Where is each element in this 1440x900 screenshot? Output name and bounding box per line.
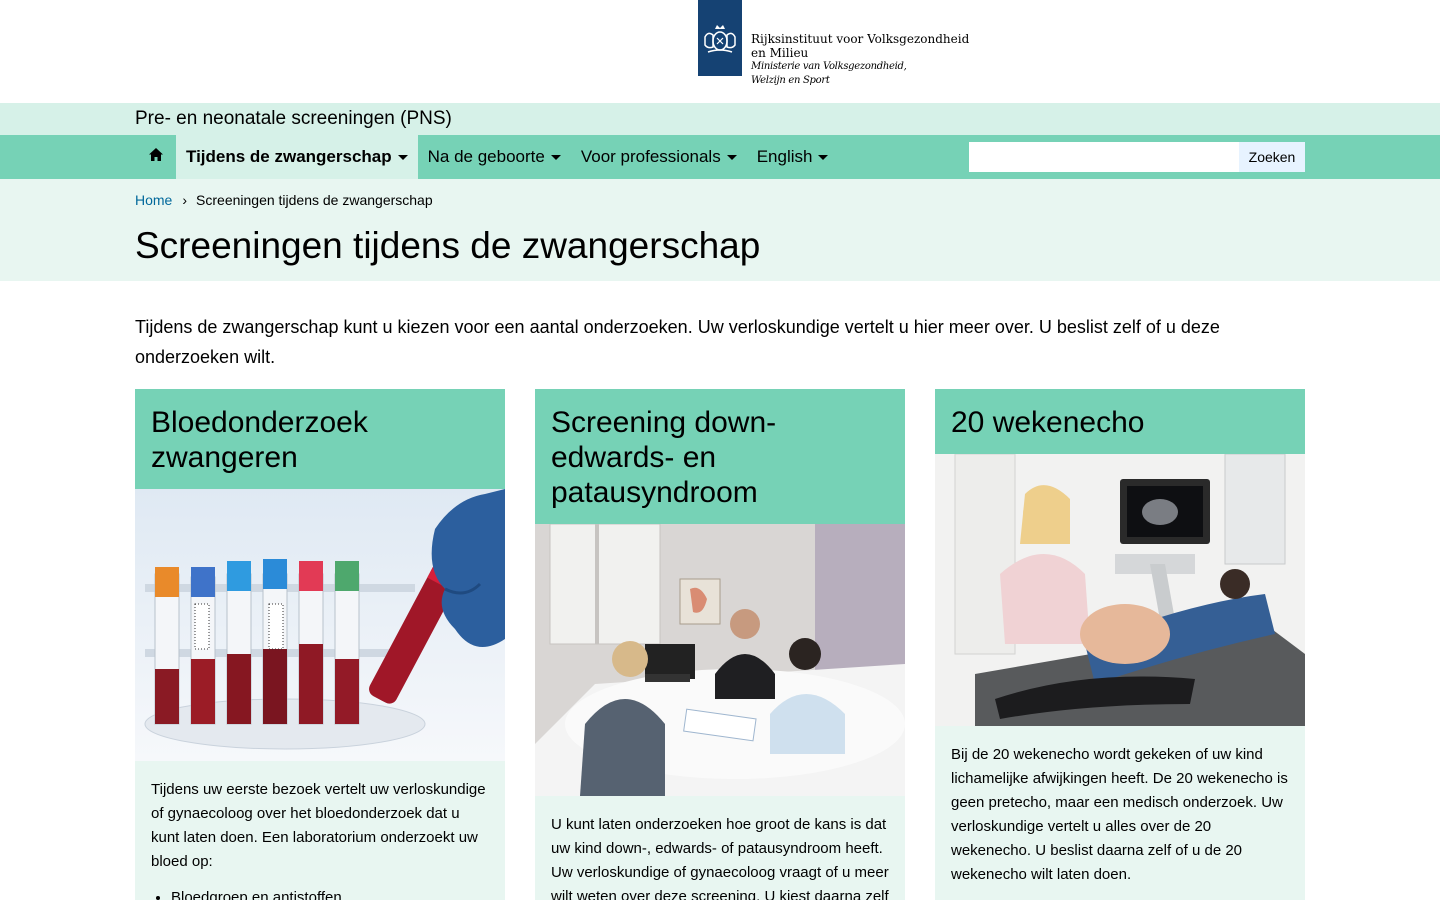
card-header: Bloedonderzoek zwangeren <box>135 389 505 489</box>
ultrasound-examination-photo <box>935 454 1305 726</box>
blood-sample-tubes-photo <box>135 489 505 761</box>
card-title-line: patausyndroom <box>551 476 758 509</box>
card-list: Bloedgroep en antistoffen <box>171 886 489 900</box>
card-title-line: edwards- en <box>551 441 717 474</box>
caret-down-icon <box>397 154 408 160</box>
logo-header: Rijksinstituut voor Volksgezondheid en M… <box>0 0 1440 103</box>
rivm-logo-link[interactable]: Rijksinstituut voor Volksgezondheid en M… <box>698 0 969 88</box>
card-screening-down-edwards-patau[interactable]: Screening down- edwards- en patausyndroo… <box>535 389 905 900</box>
card-title: 20 wekenecho <box>951 405 1289 440</box>
card-description: U kunt laten onderzoeken hoe groot de ka… <box>551 816 889 900</box>
nav-item-voor-professionals[interactable]: Voor professionals <box>571 135 747 179</box>
intro-text: Tijdens de zwangerschap kunt u kiezen vo… <box>135 317 1220 367</box>
nav-item-label: Tijdens de zwangerschap <box>186 147 392 166</box>
site-title-link[interactable]: Pre- en neonatale screeningen (PNS) <box>135 108 452 129</box>
ministry-line1: Ministerie van Volksgezondheid, <box>751 61 907 72</box>
card-title: Screening down- edwards- en patausyndroo… <box>551 405 889 510</box>
card-title-line: 20 wekenecho <box>951 406 1145 439</box>
main-content: Tijdens de zwangerschap kunt u kiezen vo… <box>135 312 1305 900</box>
search-button[interactable]: Zoeken <box>1239 142 1305 172</box>
nav-item-tijdens-de-zwangerschap[interactable]: Tijdens de zwangerschap <box>176 135 418 179</box>
home-icon <box>148 148 163 166</box>
card-header: 20 wekenecho <box>935 389 1305 454</box>
nav-item-label: Na de geboorte <box>427 147 545 166</box>
card-body: U kunt laten onderzoeken hoe groot de ka… <box>535 796 905 900</box>
card-grid: Bloedonderzoek zwangeren Tijdens uw eers… <box>135 389 1305 900</box>
caret-down-icon <box>550 154 561 160</box>
card-header: Screening down- edwards- en patausyndroo… <box>535 389 905 524</box>
card-description: Bij de 20 wekenecho wordt gekeken of uw … <box>951 746 1288 883</box>
nav-item-label: Voor professionals <box>580 147 721 166</box>
page-title: Screeningen tijdens de zwangerschap <box>135 225 761 266</box>
coat-of-arms-icon <box>698 0 742 76</box>
caret-down-icon <box>818 154 829 160</box>
main-navigation: Tijdens de zwangerschap Na de geboorte V… <box>0 135 1440 179</box>
breadcrumb-separator-icon: › <box>182 192 188 208</box>
caret-down-icon <box>726 154 737 160</box>
org-name-line2: en Milieu <box>751 46 809 60</box>
card-body: Tijdens uw eerste bezoek vertelt uw verl… <box>135 761 505 900</box>
home-nav-link[interactable] <box>135 135 176 179</box>
card-20-wekenecho[interactable]: 20 wekenecho Bij de 20 wekenecho wordt g… <box>935 389 1305 900</box>
ministry-line2: Welzijn en Sport <box>751 75 830 86</box>
breadcrumb-home-link[interactable]: Home <box>135 192 172 208</box>
card-bloedonderzoek[interactable]: Bloedonderzoek zwangeren Tijdens uw eers… <box>135 389 505 900</box>
card-title-line: Bloedonderzoek <box>151 406 368 439</box>
card-body: Bij de 20 wekenecho wordt gekeken of uw … <box>935 726 1305 887</box>
breadcrumb: Home › Screeningen tijdens de zwangersch… <box>135 179 1305 208</box>
card-title-line: Screening down- <box>551 406 777 439</box>
logo-text: Rijksinstituut voor Volksgezondheid en M… <box>742 0 969 88</box>
org-name-line1: Rijksinstituut voor Volksgezondheid <box>751 32 970 46</box>
list-item: Bloedgroep en antistoffen <box>171 886 489 900</box>
card-description: Tijdens uw eerste bezoek vertelt uw verl… <box>151 781 486 870</box>
nav-item-label: English <box>756 147 813 166</box>
search-form: Zoeken <box>969 142 1305 172</box>
search-input[interactable] <box>969 142 1239 172</box>
nav-item-english[interactable]: English <box>747 135 839 179</box>
breadcrumb-current: Screeningen tijdens de zwangerschap <box>196 192 433 208</box>
card-title-line: zwangeren <box>151 441 298 474</box>
consultation-meeting-photo <box>535 524 905 796</box>
site-title-bar: Pre- en neonatale screeningen (PNS) <box>0 103 1440 135</box>
page-header: Home › Screeningen tijdens de zwangersch… <box>0 179 1440 281</box>
card-title: Bloedonderzoek zwangeren <box>151 405 489 475</box>
nav-item-na-de-geboorte[interactable]: Na de geboorte <box>418 135 571 179</box>
